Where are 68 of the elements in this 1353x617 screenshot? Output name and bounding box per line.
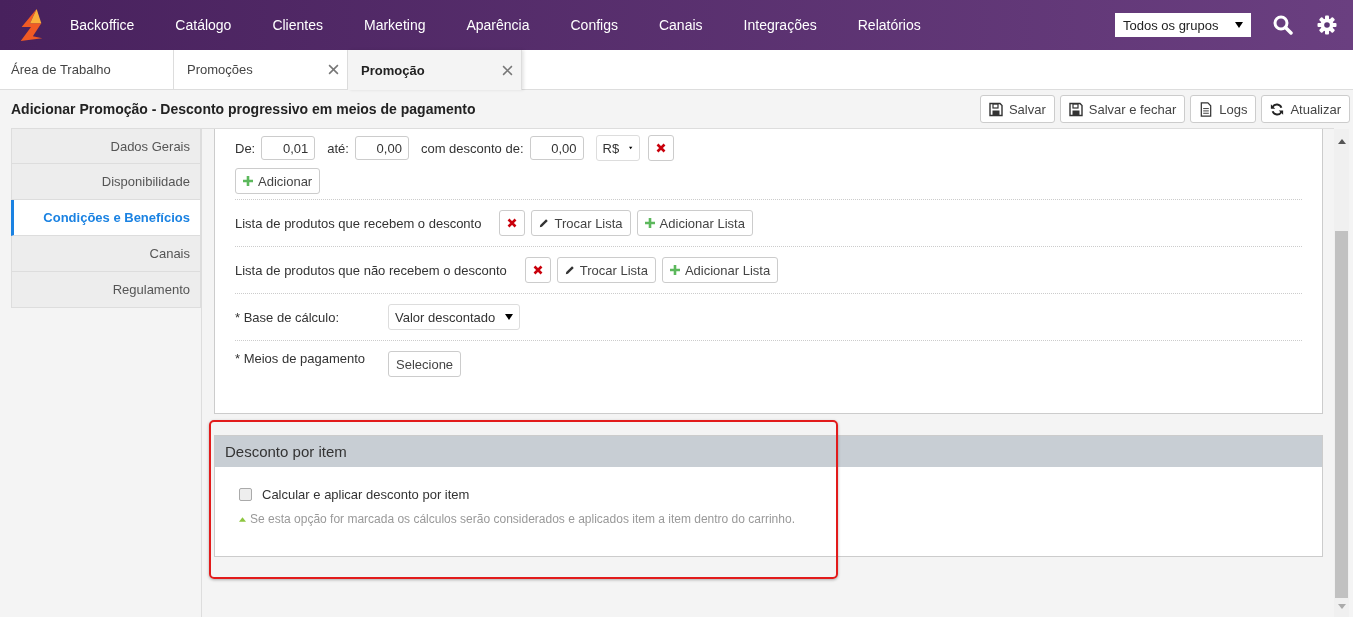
close-icon — [655, 143, 666, 153]
toolbar-button[interactable]: Atualizar — [1261, 95, 1350, 123]
nav-menu-item[interactable]: Aparência — [466, 17, 530, 33]
plus-icon — [669, 265, 680, 275]
checkbox[interactable] — [239, 488, 252, 501]
change-list-button[interactable]: Trocar Lista — [556, 257, 656, 283]
close-icon[interactable] — [328, 64, 339, 75]
search-icon[interactable] — [1273, 15, 1293, 35]
nav-menu-item[interactable]: Backoffice — [70, 17, 135, 33]
sidebar-item[interactable]: Canais — [11, 236, 201, 272]
scrollbar[interactable] — [1334, 129, 1349, 617]
nav-menu-item[interactable]: Catálogo — [175, 17, 232, 33]
toolbar-button[interactable]: Salvar — [979, 95, 1055, 123]
panel-title: Desconto por item — [225, 443, 347, 460]
nav-menu-item[interactable]: Marketing — [364, 17, 426, 33]
toolbar-button[interactable]: Logs — [1190, 95, 1257, 123]
add-list-button[interactable]: Adicionar Lista — [636, 210, 753, 236]
page-title: Adicionar Promoção - Desconto progressivo em meios de pagamento — [11, 101, 476, 117]
close-icon[interactable] — [502, 64, 513, 76]
field-label: até: — [327, 140, 349, 156]
refresh-icon — [1270, 101, 1285, 117]
nav-menu-item[interactable]: Canais — [658, 17, 703, 33]
field-label: com desconto de: — [420, 140, 524, 156]
add-list-button[interactable]: Adicionar Lista — [661, 257, 779, 283]
caret-icon — [1235, 22, 1243, 28]
unit-select[interactable]: R$ — [595, 135, 640, 161]
product-list-label: Lista de produtos que não recebem o desconto — [235, 262, 507, 278]
settings-icon[interactable] — [1317, 15, 1337, 35]
sidebar-item[interactable]: Condições e Benefícios — [11, 200, 201, 236]
group-select[interactable]: Todos os grupos — [1115, 13, 1251, 37]
to-value-field[interactable]: 0,00 — [354, 136, 409, 160]
tab[interactable]: Área de Trabalho — [0, 50, 174, 89]
change-list-button[interactable]: Trocar Lista — [531, 210, 631, 236]
remove-button[interactable] — [524, 257, 551, 283]
sidebar-item[interactable]: Disponibilidade — [11, 164, 201, 200]
field-label: * Meios de pagamento — [235, 351, 367, 366]
scroll-up-arrow-icon[interactable] — [1337, 139, 1346, 144]
close-icon — [532, 265, 543, 275]
add-button[interactable]: Adicionar — [235, 168, 321, 194]
tab[interactable]: Promoção — [348, 50, 522, 90]
discount-value-field[interactable]: 0,00 — [529, 136, 584, 160]
product-list-label: Lista de produtos que recebem o desconto — [235, 215, 482, 231]
plus-icon — [644, 218, 655, 228]
nav-menu-item[interactable]: Clientes — [272, 17, 323, 33]
caret-icon — [629, 145, 633, 151]
from-value-field[interactable]: 0,01 — [261, 136, 316, 160]
close-icon — [507, 218, 518, 228]
field-label: * Base de cálculo: — [235, 309, 341, 325]
sidebar-item[interactable]: Dados Gerais — [11, 128, 201, 164]
remove-button[interactable] — [499, 210, 526, 236]
calculation-base-select[interactable]: Valor descontado — [388, 304, 521, 330]
checkbox-label: Calcular e aplicar desconto por item — [262, 487, 470, 502]
pencil-icon — [564, 265, 575, 275]
caret-up-icon — [239, 516, 246, 522]
hint-text: Se esta opção for marcada os cálculos serão considerados e aplicados item a item dentro do carrinho. — [250, 512, 795, 526]
sidebar-item[interactable]: Regulamento — [11, 272, 201, 308]
pencil-icon — [539, 218, 550, 228]
remove-button[interactable] — [647, 135, 674, 161]
scrollbar-thumb[interactable] — [1335, 230, 1348, 598]
plus-icon — [243, 176, 253, 186]
field-label: De: — [235, 140, 256, 156]
caret-icon — [505, 314, 514, 320]
nav-menu-item[interactable]: Integrações — [743, 17, 817, 33]
document-icon — [1199, 101, 1214, 117]
select-button[interactable]: Selecione — [388, 351, 462, 377]
nav-menu-item[interactable]: Relatórios — [857, 17, 921, 33]
nav-menu-item[interactable]: Configs — [570, 17, 618, 33]
toolbar-button[interactable]: Salvar e fechar — [1059, 95, 1186, 123]
